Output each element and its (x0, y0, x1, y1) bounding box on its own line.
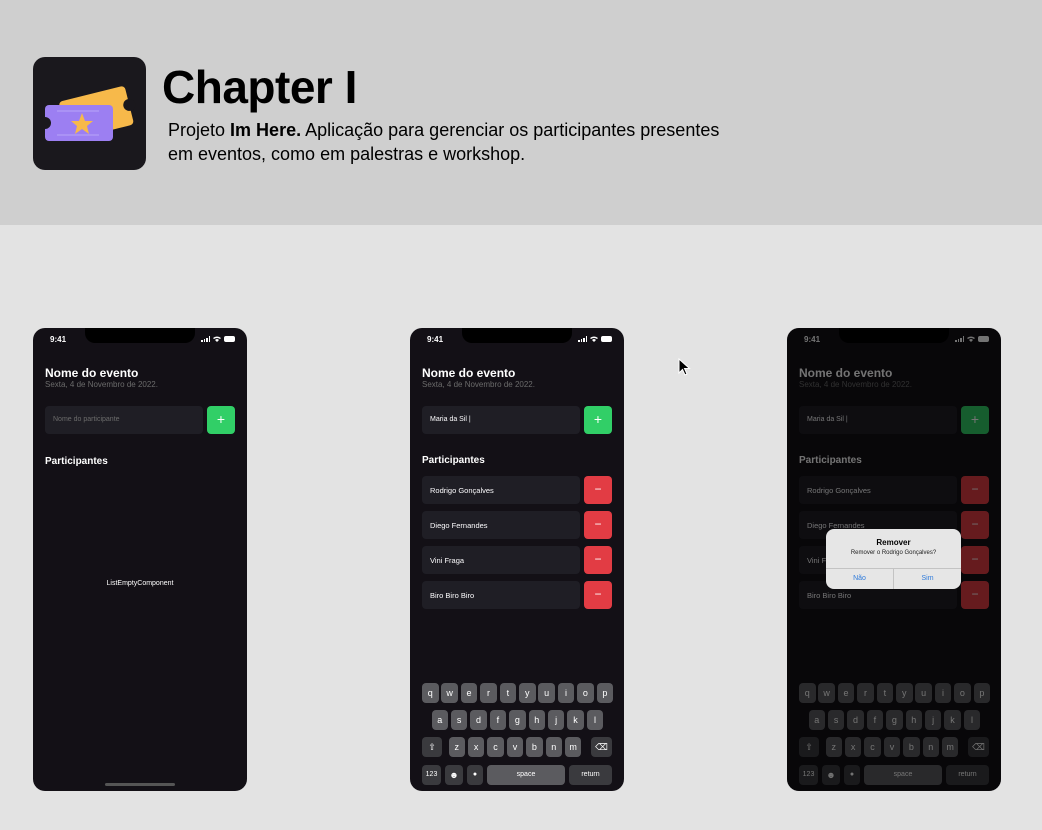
numbers-key[interactable]: 123 (422, 765, 441, 785)
key-s[interactable]: s (450, 710, 468, 730)
phone-screen-list: 9:41 Nome do evento Sexta, 4 de Novembro… (410, 328, 624, 791)
key-x[interactable]: x (467, 737, 485, 757)
participants-heading: Participantes (45, 456, 108, 467)
key-c[interactable]: c (487, 737, 504, 757)
event-date: Sexta, 4 de Novembro de 2022. (45, 380, 158, 389)
key-t[interactable]: t (499, 683, 517, 703)
phone-screen-remove-alert: 9:41 Nome do evento Sexta, 4 de Novembro… (787, 328, 1001, 791)
participant-row: Diego Fernandes − (422, 511, 612, 539)
participant-name-input[interactable]: Maria da Sil | (422, 406, 580, 434)
remove-participant-button[interactable]: − (584, 581, 612, 609)
key-r[interactable]: r (480, 683, 497, 703)
shift-key[interactable]: ⇧ (422, 737, 442, 757)
remove-participant-button[interactable]: − (584, 511, 612, 539)
keyboard: qwertyuiop asdfghjkl ⇧ zxcvbnm ⌫ 123☻●spacere… (410, 678, 624, 791)
microphone-icon[interactable]: ● (467, 765, 483, 785)
key-l[interactable]: l (586, 710, 604, 730)
page-title: Chapter I (162, 61, 357, 113)
key-o[interactable]: o (577, 683, 594, 703)
participant-name: Vini Fraga (422, 546, 580, 574)
key-u[interactable]: u (538, 683, 555, 703)
add-participant-button[interactable]: + (584, 406, 612, 434)
key-m[interactable]: m (564, 737, 582, 757)
signal-icon (201, 336, 210, 342)
participant-row: Vini Fraga − (422, 546, 612, 574)
key-p[interactable]: p (596, 683, 614, 703)
list-empty-component: ListEmptyComponent (106, 580, 174, 587)
key-a[interactable]: a (431, 710, 448, 730)
key-f[interactable]: f (489, 710, 507, 730)
participant-name: Diego Fernandes (422, 511, 580, 539)
event-title: Nome do evento (45, 366, 139, 380)
remove-alert-dialog: Remover Remover o Rodrigo Gonçalves? Não… (826, 529, 961, 589)
key-z[interactable]: z (448, 737, 465, 757)
participant-row: Biro Biro Biro − (422, 581, 612, 609)
key-n[interactable]: n (545, 737, 562, 757)
emoji-icon[interactable]: ☻ (445, 765, 463, 785)
key-b[interactable]: b (526, 737, 543, 757)
remove-participant-button[interactable]: − (584, 476, 612, 504)
phone-screen-empty: 9:41 Nome do evento Sexta, 4 de Novembro… (33, 328, 247, 791)
participant-row: Rodrigo Gonçalves − (422, 476, 612, 504)
page-description: Projeto Im Here. Aplicação para gerencia… (168, 120, 720, 164)
battery-icon (224, 336, 235, 342)
alert-title: Remover (876, 538, 911, 547)
event-date: Sexta, 4 de Novembro de 2022. (422, 380, 535, 389)
alert-no-button[interactable]: Não (826, 568, 893, 589)
remove-participant-button[interactable]: − (584, 546, 612, 574)
backspace-key[interactable]: ⌫ (591, 737, 612, 757)
status-bar: 9:41 (410, 328, 624, 350)
key-g[interactable]: g (509, 710, 526, 730)
home-indicator[interactable] (105, 783, 175, 786)
key-w[interactable]: w (441, 683, 458, 703)
key-h[interactable]: h (528, 710, 545, 730)
mouse-cursor-icon (678, 358, 691, 376)
add-participant-button[interactable]: + (207, 406, 235, 434)
participants-heading: Participantes (422, 455, 485, 466)
participant-name: Rodrigo Gonçalves (422, 476, 580, 504)
wifi-icon (213, 336, 221, 342)
participant-name-input[interactable]: Nome do participante (45, 406, 203, 434)
key-q[interactable]: q (422, 683, 439, 703)
alert-yes-button[interactable]: Sim (894, 568, 961, 589)
key-y[interactable]: y (519, 683, 536, 703)
battery-icon (601, 336, 612, 342)
key-v[interactable]: v (506, 737, 524, 757)
status-bar: 9:41 (33, 328, 247, 350)
signal-icon (578, 336, 587, 342)
event-title: Nome do evento (422, 366, 516, 380)
key-j[interactable]: j (547, 710, 565, 730)
return-key[interactable]: return (569, 765, 612, 785)
wifi-icon (590, 336, 598, 342)
ticket-star-icon (33, 57, 146, 170)
header-banner: Chapter I Projeto Im Here. Aplicação par… (0, 0, 1042, 225)
key-e[interactable]: e (460, 683, 478, 703)
key-k[interactable]: k (567, 710, 584, 730)
participant-name: Biro Biro Biro (422, 581, 580, 609)
space-key[interactable]: space (487, 765, 565, 785)
alert-message: Remover o Rodrigo Gonçalves? (850, 550, 937, 556)
status-time: 9:41 (427, 335, 444, 344)
key-d[interactable]: d (470, 710, 487, 730)
key-i[interactable]: i (557, 683, 575, 703)
status-time: 9:41 (50, 335, 67, 344)
